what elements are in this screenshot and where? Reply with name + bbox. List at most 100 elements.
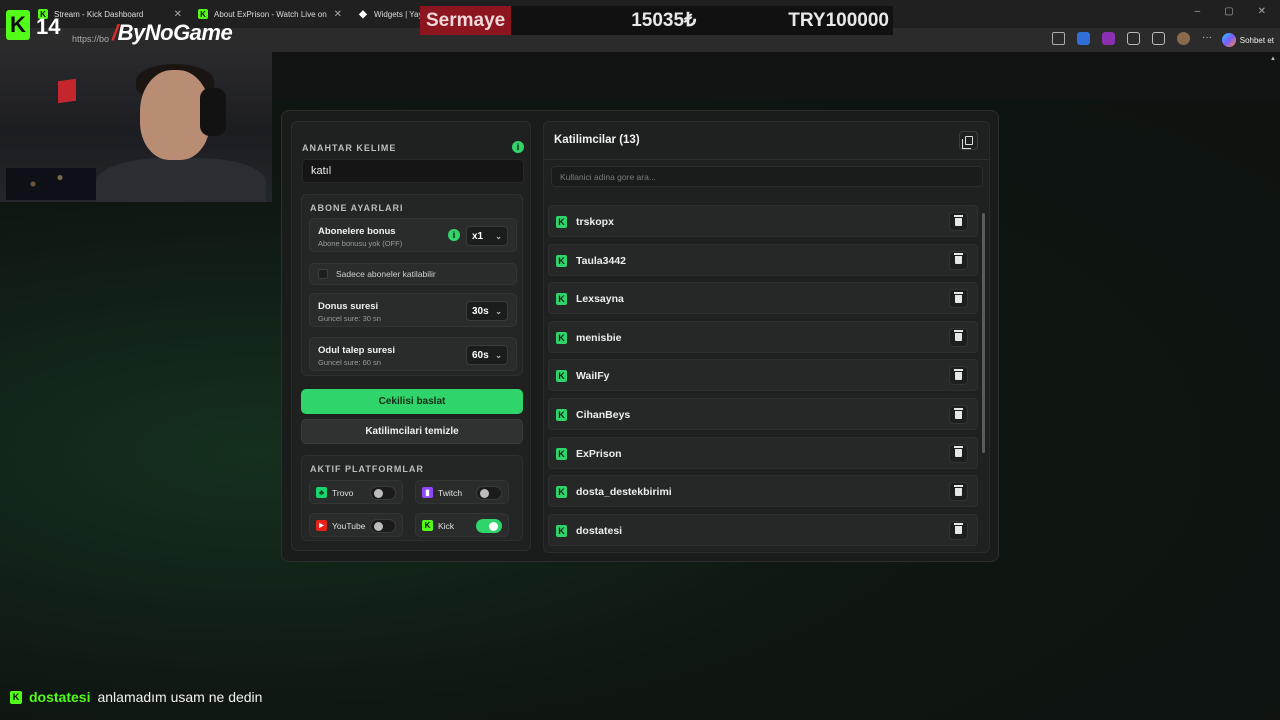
city-lights <box>6 168 96 200</box>
favorites-icon[interactable] <box>1152 32 1165 45</box>
delete-button[interactable] <box>949 366 968 386</box>
info-icon[interactable]: i <box>448 229 460 241</box>
kick-icon: K <box>556 524 567 537</box>
claim-time-select[interactable]: 60s ⌄ <box>466 345 508 365</box>
kick-icon: K <box>198 9 208 19</box>
webcam-feed <box>0 48 272 202</box>
star-icon[interactable] <box>1052 32 1065 45</box>
participant-name: menisbie <box>576 331 622 344</box>
capital-label: Sermaye <box>420 6 512 35</box>
more-icon[interactable]: ··· <box>1202 32 1212 45</box>
participant-search-input[interactable]: Kullanici adina gore ara... <box>551 166 983 187</box>
trovo-toggle[interactable] <box>370 486 396 500</box>
participant-name: dostatesi <box>576 524 623 537</box>
bonus-select[interactable]: x1 ⌄ <box>466 226 508 246</box>
copilot-icon <box>1221 33 1236 47</box>
platform-trovo: ♣ Trovo <box>309 480 403 504</box>
start-giveaway-button[interactable]: Cekilisi baslat <box>301 389 523 414</box>
participant-row: K ExPrison <box>548 436 978 469</box>
participant-row: K dosta_destekbirimi <box>548 475 978 508</box>
delete-button[interactable] <box>949 289 968 309</box>
puzzle-icon[interactable] <box>1127 32 1140 45</box>
claim-time-card: Odul talep suresi Guncel sure: 60 sn 60s… <box>309 337 517 371</box>
kick-icon: K <box>556 254 567 267</box>
youtube-icon: ▶ <box>316 520 327 531</box>
delete-button[interactable] <box>949 520 968 540</box>
participant-name: Lexsayna <box>576 293 624 306</box>
trash-icon <box>954 214 963 226</box>
avatar[interactable] <box>1177 32 1190 45</box>
participant-row: K trskopx <box>548 205 978 237</box>
kick-icon: K <box>556 331 567 344</box>
platforms-title: AKTIF PLATFORMLAR <box>310 464 424 474</box>
delete-button[interactable] <box>949 212 968 231</box>
scrollbar-thumb[interactable] <box>982 213 985 453</box>
draw-time-select[interactable]: 30s ⌄ <box>466 301 508 321</box>
participant-scrollbar[interactable] <box>982 207 986 542</box>
chevron-down-icon: ⌄ <box>495 350 502 360</box>
participant-row: K CihanBeys <box>548 398 978 430</box>
trash-icon <box>954 253 963 265</box>
kick-icon: K <box>556 447 567 460</box>
maximize-icon[interactable]: ▢ <box>1224 6 1233 17</box>
bonus-title: Abonelere bonus <box>318 226 396 237</box>
trovo-icon: ♣ <box>316 487 327 498</box>
close-icon[interactable]: ✕ <box>334 9 342 20</box>
copy-button[interactable] <box>959 131 978 150</box>
extension-icons: ··· <box>1052 32 1212 45</box>
streamer-body <box>96 158 266 202</box>
sponsor-text: ByNoGame <box>117 20 233 45</box>
giveaway-panel: ANAHTAR KELIME i katıl ABONE AYARLARI Ab… <box>281 110 999 562</box>
chat-text: anlamadım usam ne dedin <box>97 689 263 705</box>
viewer-count: 14 <box>36 14 61 39</box>
participant-name: ExPrison <box>576 447 622 460</box>
participants-column: Katilimcilar (13) Kullanici adina gore a… <box>543 121 990 553</box>
close-icon[interactable]: ✕ <box>174 9 182 20</box>
turkish-flag <box>58 78 76 104</box>
youtube-toggle[interactable] <box>370 519 396 533</box>
delete-button[interactable] <box>949 443 968 463</box>
copilot-button[interactable]: Sohbet et <box>1221 31 1274 49</box>
delete-button[interactable] <box>949 482 968 502</box>
claim-time-value: 60s <box>472 349 489 361</box>
draw-time-value: 30s <box>472 305 489 317</box>
headset <box>200 88 226 136</box>
close-window-icon[interactable]: ✕ <box>1258 6 1266 17</box>
platform-kick: K Kick <box>415 513 509 537</box>
subscriber-settings: ABONE AYARLARI Abonelere bonus Abone bon… <box>301 194 523 376</box>
participants-title: Katilimcilar (13) <box>554 134 640 146</box>
platform-name: Trovo <box>332 488 354 498</box>
participant-row: K Lexsayna <box>548 282 978 315</box>
delete-button[interactable] <box>949 250 968 270</box>
participant-name: WaiIFy <box>576 370 610 383</box>
delete-button[interactable] <box>949 405 968 424</box>
kick-toggle[interactable] <box>476 519 502 533</box>
widgets-icon: ◆ <box>359 8 367 20</box>
page-scrollbar[interactable]: ▲ <box>1268 52 1278 720</box>
url-input[interactable]: https://bo <box>72 34 109 44</box>
kick-icon: K <box>422 520 433 531</box>
trash-icon <box>954 368 963 380</box>
delete-button[interactable] <box>949 327 968 347</box>
capital-bar: Sermaye 15035₺ TRY100000 <box>420 6 893 35</box>
copilot-label: Sohbet et <box>1239 35 1274 45</box>
extension-icon[interactable] <box>1102 32 1115 45</box>
trash-icon <box>954 484 963 496</box>
minimize-icon[interactable]: – <box>1195 6 1201 17</box>
kick-icon: K <box>556 293 567 306</box>
kick-icon: K <box>10 690 22 704</box>
info-icon[interactable]: i <box>512 141 524 153</box>
extension-icon[interactable] <box>1077 32 1090 45</box>
twitch-toggle[interactable] <box>476 486 502 500</box>
clear-participants-button[interactable]: Katilimcilari temizle <box>301 419 523 444</box>
only-subscribers-checkbox[interactable]: Sadece aboneler katilabilir <box>309 263 517 285</box>
keyword-input[interactable]: katıl <box>302 159 524 183</box>
scroll-up-icon[interactable]: ▲ <box>1270 56 1276 62</box>
platform-name: Twitch <box>438 488 463 498</box>
platform-youtube: ▶ YouTube <box>309 513 403 537</box>
copy-icon <box>961 136 973 149</box>
participant-name: dosta_destekbirimi <box>576 486 672 499</box>
divider <box>544 159 989 160</box>
only-subscribers-label: Sadece aboneler katilabilir <box>336 269 436 279</box>
checkbox[interactable] <box>318 269 328 279</box>
